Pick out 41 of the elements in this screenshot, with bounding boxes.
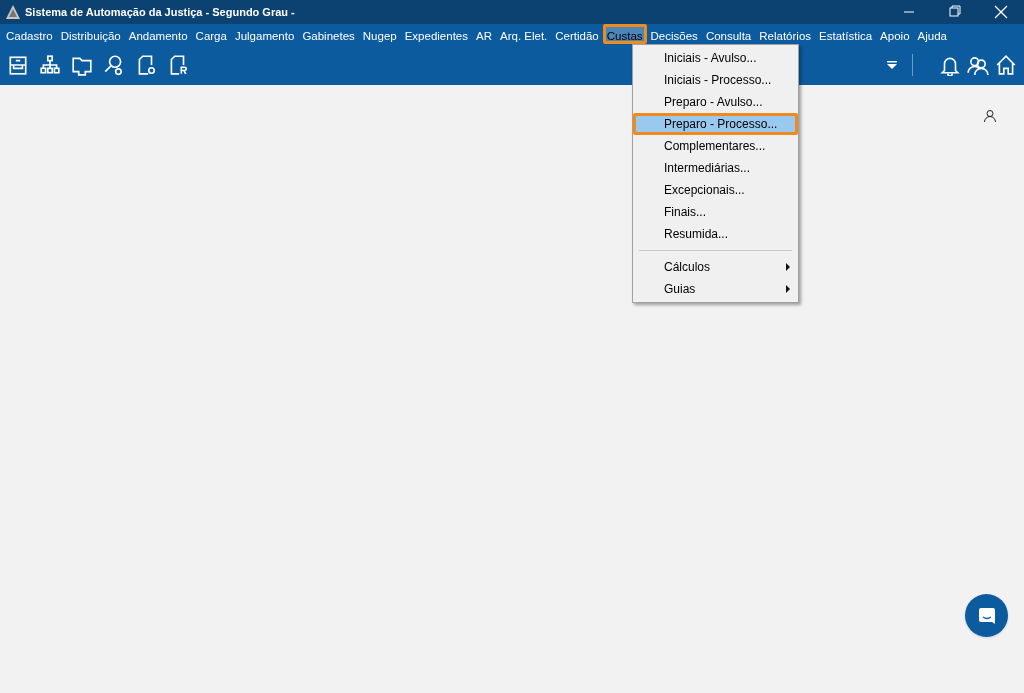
window-title: Sistema de Automação da Justiça - Segundo Grau - xyxy=(25,4,295,20)
dropdown-item[interactable]: Iniciais - Avulso... xyxy=(633,47,798,69)
menu-item[interactable]: AR xyxy=(472,24,496,44)
dropdown-item[interactable]: Guias xyxy=(633,278,798,300)
dropdown-caret-icon[interactable] xyxy=(886,58,898,71)
app-logo-icon xyxy=(5,4,21,20)
search-gear-icon[interactable] xyxy=(103,53,125,76)
menu-item[interactable]: Julgamento xyxy=(230,24,299,44)
menu-item[interactable]: Expedientes xyxy=(400,24,472,44)
chat-icon xyxy=(976,605,997,626)
dropdown-item[interactable]: Iniciais - Processo... xyxy=(633,69,798,91)
menu-item[interactable]: Nugep xyxy=(358,24,401,44)
menu-item[interactable]: Distribuição xyxy=(56,24,125,44)
dropdown-item[interactable]: Resumida... xyxy=(633,223,798,245)
dropdown-item[interactable]: Excepcionais... xyxy=(633,179,798,201)
submenu-arrow-icon xyxy=(786,263,791,271)
menu-item[interactable]: Carga xyxy=(191,24,231,44)
menu-item[interactable]: Relatórios xyxy=(755,24,816,44)
dropdown-item[interactable]: Complementares... xyxy=(633,135,798,157)
menu-item[interactable]: Custas xyxy=(602,24,647,44)
menu-item[interactable]: Andamento xyxy=(124,24,192,44)
menu-item[interactable]: Arq. Elet. xyxy=(496,24,552,44)
home-icon[interactable] xyxy=(995,53,1017,76)
tray-icon[interactable] xyxy=(7,53,29,76)
dropdown-item[interactable]: Preparo - Avulso... xyxy=(633,91,798,113)
dropdown-item[interactable]: Preparo - Processo... xyxy=(633,113,798,135)
menu-item[interactable]: Apoio xyxy=(876,24,914,44)
dropdown-item[interactable]: Finais... xyxy=(633,201,798,223)
menu-item[interactable]: Ajuda xyxy=(913,24,951,44)
menu-item[interactable]: Certidão xyxy=(551,24,603,44)
menu-item[interactable]: Cadastro xyxy=(2,24,57,44)
menu-item[interactable]: Estatística xyxy=(815,24,877,44)
menu-item[interactable]: Consulta xyxy=(701,24,756,44)
dropdown-item[interactable]: Cálculos xyxy=(633,256,798,278)
chat-button[interactable] xyxy=(965,594,1008,637)
hierarchy-icon[interactable] xyxy=(39,53,61,76)
menu-item[interactable]: Decisões xyxy=(646,24,702,44)
submenu-arrow-icon xyxy=(786,285,791,293)
menu-item[interactable]: Gabinetes xyxy=(298,24,359,44)
dropdown-item[interactable]: Intermediárias... xyxy=(633,157,798,179)
user-icon[interactable] xyxy=(983,109,997,123)
